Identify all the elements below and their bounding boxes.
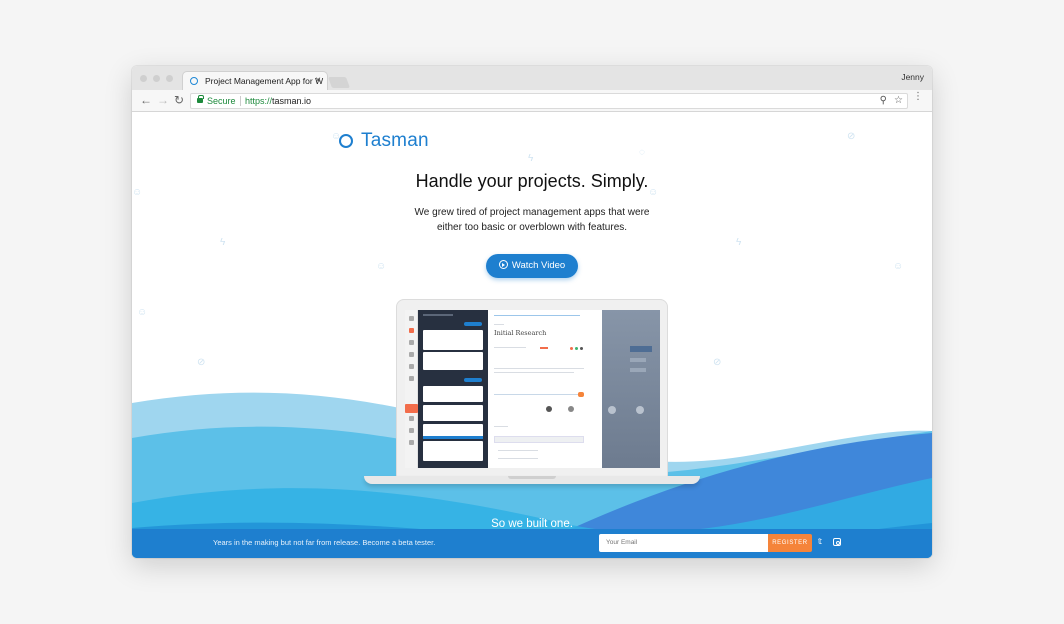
url-protocol: https://: [245, 96, 273, 106]
beta-message: Years in the making but not far from rel…: [213, 538, 436, 547]
hero-subline: We grew tired of project management apps…: [402, 205, 662, 235]
tab-tasman[interactable]: Project Management App for W ×: [182, 71, 328, 90]
app-icon-rail: [405, 310, 418, 468]
hero-subline-1: We grew tired of project management apps…: [414, 207, 650, 218]
beta-signup-bar: Years in the making but not far from rel…: [132, 529, 932, 558]
smiley-doodle-icon: ☺: [137, 307, 148, 318]
smiley-doodle-icon: ☺: [376, 261, 387, 272]
search-icon[interactable]: ⚲: [880, 95, 887, 106]
check-doodle-icon: ⊘: [713, 357, 722, 368]
tasman-favicon-icon: [190, 77, 198, 85]
more-menu-icon[interactable]: ⋮: [913, 92, 923, 102]
url-host: tasman.io: [272, 96, 312, 106]
browser-window: Project Management App for W × Jenny ← →…: [132, 66, 932, 558]
hero-headline: Handle your projects. Simply.: [415, 171, 649, 191]
new-tab-button[interactable]: [327, 77, 351, 88]
twitter-icon[interactable]: 𝕥: [818, 538, 826, 546]
minimize-window-button[interactable]: [153, 75, 160, 82]
back-arrow-icon[interactable]: ←: [140, 93, 152, 107]
secure-label: Secure: [207, 96, 236, 106]
tab-close-icon[interactable]: ×: [315, 72, 321, 90]
task-title: Initial Research: [494, 329, 547, 337]
browser-toolbar: ← → ↻ Secure https://tasman.io ⚲ ☆ ⋮: [132, 90, 932, 112]
profile-name[interactable]: Jenny: [901, 72, 924, 82]
app-task-detail: Initial Research: [488, 310, 602, 468]
reload-icon[interactable]: ↻: [174, 93, 184, 107]
address-bar[interactable]: Secure https://tasman.io ⚲ ☆: [190, 93, 908, 109]
check-doodle-icon: ⊘: [197, 357, 206, 368]
bolt-doodle-icon: ϟ: [528, 153, 534, 164]
tasman-logo[interactable]: Tasman: [339, 130, 429, 152]
star-icon[interactable]: ☆: [894, 95, 903, 106]
check-doodle-icon: ⊘: [847, 131, 856, 142]
register-button[interactable]: REGISTER: [768, 534, 812, 552]
webpage: ☺ ϟ ◌ ⊘ ☺ ☺ ϟ ϟ ☺ ☺ ☺ ⊘ ⊘ Tasman Handle …: [132, 113, 932, 558]
apple-doodle-icon: ◌: [639, 147, 645, 158]
watch-video-label: Watch Video: [511, 260, 566, 271]
brand-name: Tasman: [361, 130, 429, 151]
watch-video-button[interactable]: Watch Video: [486, 254, 578, 278]
forward-arrow-icon[interactable]: →: [157, 93, 169, 107]
bolt-doodle-icon: ϟ: [220, 237, 226, 248]
address-separator: [240, 96, 241, 106]
instagram-icon[interactable]: [833, 538, 841, 546]
lock-icon: [197, 95, 204, 103]
tasman-ring-icon: [339, 134, 353, 148]
laptop-base: [364, 476, 700, 484]
hero-subline-2: either too basic or overblown with featu…: [436, 222, 628, 233]
laptop-mockup: Initial Research: [396, 299, 668, 477]
email-field[interactable]: [599, 534, 768, 552]
tab-title: Project Management App for W: [205, 76, 324, 86]
app-side-panel: [602, 310, 660, 468]
zoom-window-button[interactable]: [166, 75, 173, 82]
smiley-doodle-icon: ☺: [893, 261, 904, 272]
bolt-doodle-icon: ϟ: [736, 237, 742, 248]
close-window-button[interactable]: [140, 75, 147, 82]
url-text[interactable]: https://tasman.io: [245, 96, 311, 106]
app-screenshot: Initial Research: [405, 310, 660, 468]
tab-bar: Project Management App for W × Jenny: [132, 66, 932, 90]
app-task-list: [418, 310, 488, 468]
play-icon: [498, 260, 508, 269]
